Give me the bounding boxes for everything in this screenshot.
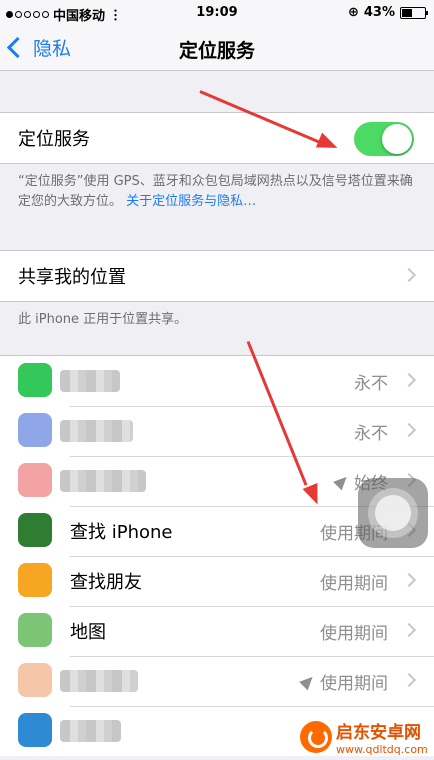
chevron-right-icon [401, 622, 417, 638]
blurred-app-name [60, 720, 121, 742]
location-note: “定位服务”使用 GPS、蓝牙和众包包局域网热点以及信号塔位置来确定您的大致方位… [18, 172, 418, 212]
toggle-knob [382, 124, 412, 154]
location-permission: 使用期间 [320, 619, 388, 644]
watermark-title: 启东安卓网 [336, 723, 421, 743]
permission-value: 使用期间 [320, 673, 388, 694]
location-arrow-icon [299, 672, 317, 690]
blurred-app-name [60, 420, 133, 442]
status-bar: 中国移动 ︙ 19:09 ⊕ 43% [0, 0, 434, 26]
app-name: 查找朋友 [70, 572, 142, 593]
location-permission: 永不 [354, 419, 388, 444]
watermark-url: www.qdltdq.com [336, 743, 428, 756]
app-list: 永不永不始终查找 iPhone使用期间查找朋友使用期间地图使用期间使用期间 [0, 355, 434, 756]
share-note: 此 iPhone 正用于位置共享。 [18, 312, 188, 327]
app-blue-icon [18, 413, 52, 447]
navigation-bar: 隐私 定位服务 [0, 26, 434, 71]
app-name: 查找 iPhone [70, 522, 173, 543]
app-row[interactable]: 使用期间 [0, 656, 434, 706]
find-iphone-icon [18, 513, 52, 547]
watermark: 启东安卓网 www.qdltdq.com [300, 718, 428, 756]
battery-icon [400, 6, 428, 19]
share-location-group: 共享我的位置 [0, 250, 434, 302]
share-location-row[interactable]: 共享我的位置 [0, 251, 434, 301]
app-peach-icon [18, 663, 52, 697]
app-row[interactable]: 地图 使用期间 [0, 606, 434, 656]
chevron-right-icon [401, 372, 417, 388]
page-title: 定位服务 [178, 40, 255, 62]
app-row[interactable]: 永不 [0, 356, 434, 406]
blurred-app-name [60, 670, 138, 692]
location-services-toggle[interactable] [354, 122, 414, 156]
app-blue2-icon [18, 713, 52, 747]
app-row[interactable]: 永不 [0, 406, 434, 456]
battery-percent: 43% [363, 5, 395, 20]
app-row[interactable]: 查找朋友 使用期间 [0, 556, 434, 606]
permission-value: 永不 [354, 423, 388, 444]
location-permission: 使用期间 [299, 669, 388, 694]
location-services-group: 定位服务 [0, 112, 434, 164]
location-permission: 使用期间 [320, 569, 388, 594]
assistive-touch-button[interactable] [358, 478, 428, 548]
app-name: 地图 [70, 622, 106, 643]
watermark-logo-icon [300, 721, 332, 753]
rotation-lock-icon: ⊕ [347, 5, 359, 20]
maps-icon [18, 613, 52, 647]
permission-value: 使用期间 [320, 623, 388, 644]
app-pink-icon [18, 463, 52, 497]
blurred-app-name [60, 470, 146, 492]
find-friends-icon [18, 563, 52, 597]
location-permission: 永不 [354, 369, 388, 394]
chevron-right-icon [401, 267, 417, 283]
privacy-link[interactable]: 关于定位服务与隐私… [126, 194, 256, 209]
chevron-right-icon [401, 572, 417, 588]
location-services-row: 定位服务 [0, 113, 434, 163]
location-arrow-icon [333, 472, 351, 490]
location-services-label: 定位服务 [18, 129, 90, 150]
messages-green-icon [18, 363, 52, 397]
chevron-right-icon [401, 672, 417, 688]
permission-value: 永不 [354, 373, 388, 394]
chevron-right-icon [401, 422, 417, 438]
permission-value: 使用期间 [320, 573, 388, 594]
blurred-app-name [60, 370, 120, 392]
share-location-label: 共享我的位置 [18, 267, 126, 288]
